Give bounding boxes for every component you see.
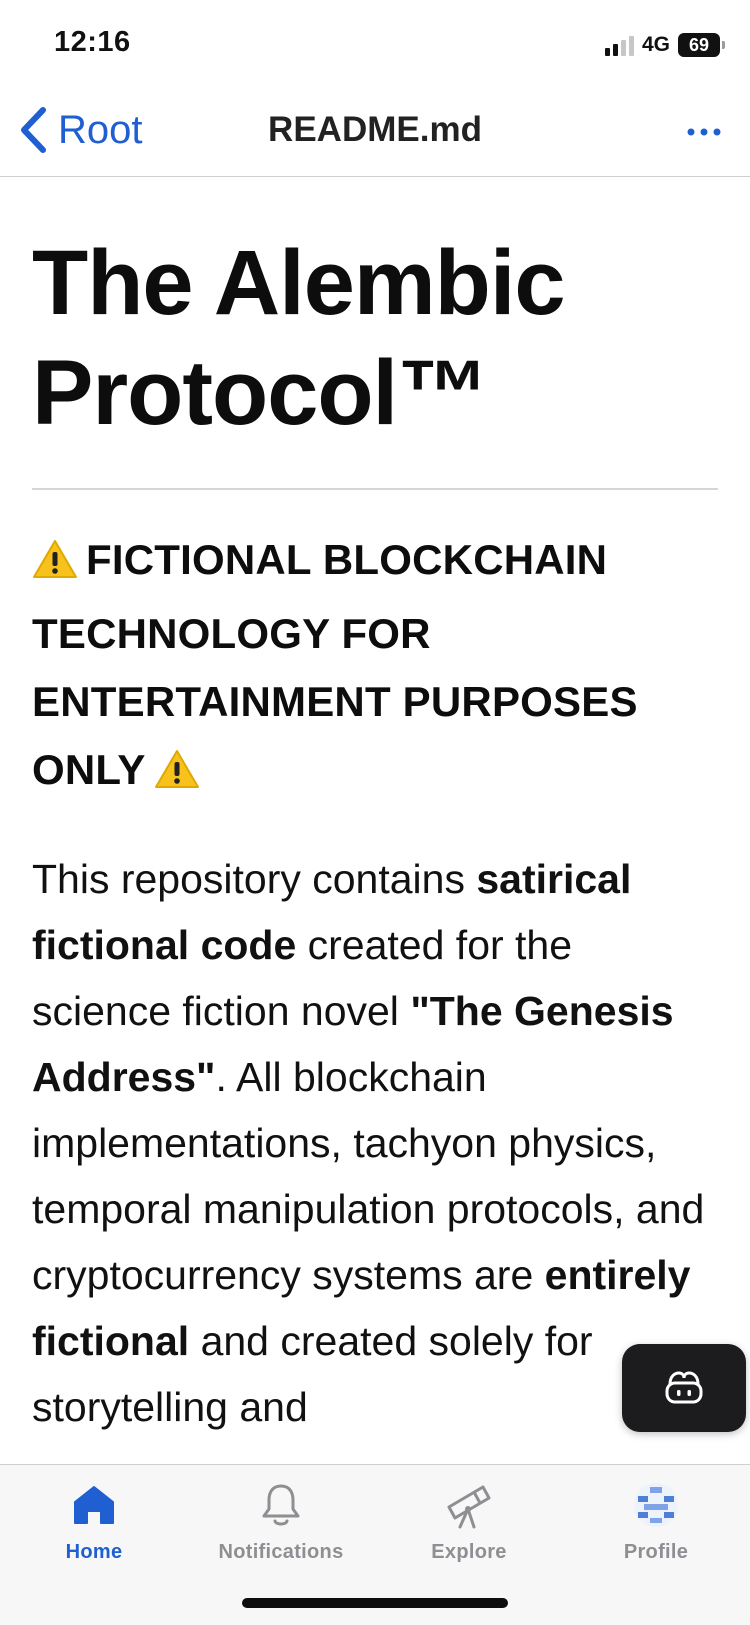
readme-content: The Alembic Protocol™ FICTIONAL BLOCKCHA…	[32, 176, 722, 1464]
battery-level: 69	[688, 34, 710, 55]
intro-paragraph: This repository contains satirical ficti…	[32, 846, 722, 1440]
warning-icon	[154, 742, 200, 810]
warning-heading: FICTIONAL BLOCKCHAIN TECHNOLOGY FOR ENTE…	[32, 526, 722, 810]
tab-home[interactable]: Home	[0, 1479, 188, 1579]
tab-notifications[interactable]: Notifications	[187, 1479, 375, 1579]
cellular-signal-icon	[604, 34, 634, 56]
status-indicators: 4G 69	[604, 32, 725, 58]
network-type: 4G	[641, 33, 670, 56]
paragraph-text: This repository contains	[32, 856, 477, 902]
bell-icon	[255, 1479, 307, 1531]
more-options-button[interactable]	[682, 110, 726, 154]
tab-label: Explore	[431, 1541, 507, 1563]
page-title: README.md	[268, 110, 482, 149]
status-bar: 12:16 4G 69	[0, 0, 750, 90]
copilot-icon	[665, 1371, 703, 1404]
tab-label: Profile	[623, 1541, 689, 1563]
telescope-icon	[443, 1479, 495, 1531]
status-time: 12:16	[54, 26, 131, 58]
house-icon	[68, 1479, 120, 1531]
tab-profile[interactable]: Profile	[562, 1479, 750, 1579]
copilot-button[interactable]	[622, 1344, 746, 1432]
title-divider	[32, 488, 718, 490]
warning-icon	[32, 532, 78, 600]
tab-label: Notifications	[218, 1541, 344, 1563]
document-title: The Alembic Protocol™	[32, 232, 566, 444]
navigation-bar: Root README.md	[0, 90, 750, 177]
ellipsis-icon	[687, 128, 721, 136]
avatar-icon	[630, 1479, 682, 1531]
warning-heading-text: FICTIONAL BLOCKCHAIN TECHNOLOGY FOR ENTE…	[32, 536, 638, 793]
home-indicator	[242, 1598, 508, 1608]
tab-label: Home	[65, 1541, 123, 1563]
tab-explore[interactable]: Explore	[375, 1479, 563, 1579]
battery-icon: 69	[678, 33, 725, 57]
